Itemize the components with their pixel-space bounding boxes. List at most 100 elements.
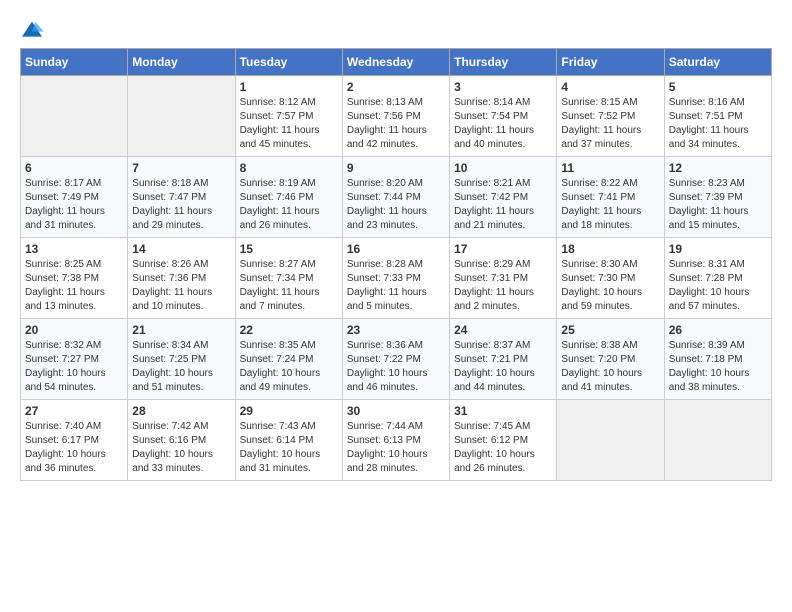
cell-sun-info: Sunrise: 7:40 AM Sunset: 6:17 PM Dayligh… xyxy=(25,420,123,476)
cell-sun-info: Sunrise: 8:20 AM Sunset: 7:44 PM Dayligh… xyxy=(347,177,445,233)
calendar-cell: 20 Sunrise: 8:32 AM Sunset: 7:27 PM Dayli… xyxy=(21,319,128,400)
calendar-cell: 30 Sunrise: 7:44 AM Sunset: 6:13 PM Dayli… xyxy=(342,400,449,481)
calendar-cell: 4 Sunrise: 8:15 AM Sunset: 7:52 PM Daylig… xyxy=(557,76,664,157)
logo xyxy=(20,20,48,40)
cell-sun-info: Sunrise: 8:15 AM Sunset: 7:52 PM Dayligh… xyxy=(561,96,659,152)
calendar-cell: 25Sunrise: 8:38 AM Sunset: 7:20 PM Dayli… xyxy=(557,319,664,400)
calendar-cell xyxy=(664,400,771,481)
cell-sun-info: Sunrise: 8:16 AM Sunset: 7:51 PM Dayligh… xyxy=(669,96,767,152)
cell-sun-info: Sunrise: 7:45 AM Sunset: 6:12 PM Dayligh… xyxy=(454,420,552,476)
cell-sun-info: Sunrise: 8:13 AM Sunset: 7:56 PM Dayligh… xyxy=(347,96,445,152)
week-row-1: 1 Sunrise: 8:12 AM Sunset: 7:57 PM Daylig… xyxy=(21,76,772,157)
cell-sun-info: Sunrise: 8:38 AM Sunset: 7:20 PM Dayligh… xyxy=(561,339,659,395)
cell-sun-info: Sunrise: 8:19 AM Sunset: 7:46 PM Dayligh… xyxy=(240,177,338,233)
cell-sun-info: Sunrise: 8:28 AM Sunset: 7:33 PM Dayligh… xyxy=(347,258,445,314)
cell-sun-info: Sunrise: 8:12 AM Sunset: 7:57 PM Dayligh… xyxy=(240,96,338,152)
day-number: 2 xyxy=(347,80,445,94)
cell-sun-info: Sunrise: 8:29 AM Sunset: 7:31 PM Dayligh… xyxy=(454,258,552,314)
calendar-cell: 2 Sunrise: 8:13 AM Sunset: 7:56 PM Daylig… xyxy=(342,76,449,157)
day-number: 31 xyxy=(454,404,552,418)
cell-sun-info: Sunrise: 8:18 AM Sunset: 7:47 PM Dayligh… xyxy=(132,177,230,233)
day-number: 3 xyxy=(454,80,552,94)
cell-sun-info: Sunrise: 8:22 AM Sunset: 7:41 PM Dayligh… xyxy=(561,177,659,233)
week-row-5: 27Sunrise: 7:40 AM Sunset: 6:17 PM Dayli… xyxy=(21,400,772,481)
calendar-cell: 22 Sunrise: 8:35 AM Sunset: 7:24 PM Dayli… xyxy=(235,319,342,400)
weekday-header-wednesday: Wednesday xyxy=(342,49,449,76)
calendar-cell: 13Sunrise: 8:25 AM Sunset: 7:38 PM Dayli… xyxy=(21,238,128,319)
day-number: 30 xyxy=(347,404,445,418)
day-number: 12 xyxy=(669,161,767,175)
weekday-header-friday: Friday xyxy=(557,49,664,76)
day-number: 17 xyxy=(454,242,552,256)
calendar-cell: 16 Sunrise: 8:28 AM Sunset: 7:33 PM Dayli… xyxy=(342,238,449,319)
week-row-4: 20 Sunrise: 8:32 AM Sunset: 7:27 PM Dayli… xyxy=(21,319,772,400)
calendar-cell: 26 Sunrise: 8:39 AM Sunset: 7:18 PM Dayli… xyxy=(664,319,771,400)
day-number: 20 xyxy=(25,323,123,337)
calendar-cell: 14 Sunrise: 8:26 AM Sunset: 7:36 PM Dayli… xyxy=(128,238,235,319)
day-number: 1 xyxy=(240,80,338,94)
day-number: 6 xyxy=(25,161,123,175)
cell-sun-info: Sunrise: 8:14 AM Sunset: 7:54 PM Dayligh… xyxy=(454,96,552,152)
day-number: 29 xyxy=(240,404,338,418)
cell-sun-info: Sunrise: 7:44 AM Sunset: 6:13 PM Dayligh… xyxy=(347,420,445,476)
day-number: 22 xyxy=(240,323,338,337)
calendar-cell: 23 Sunrise: 8:36 AM Sunset: 7:22 PM Dayli… xyxy=(342,319,449,400)
cell-sun-info: Sunrise: 8:23 AM Sunset: 7:39 PM Dayligh… xyxy=(669,177,767,233)
cell-sun-info: Sunrise: 8:17 AM Sunset: 7:49 PM Dayligh… xyxy=(25,177,123,233)
day-number: 10 xyxy=(454,161,552,175)
calendar-cell: 27Sunrise: 7:40 AM Sunset: 6:17 PM Dayli… xyxy=(21,400,128,481)
day-number: 7 xyxy=(132,161,230,175)
weekday-header-tuesday: Tuesday xyxy=(235,49,342,76)
calendar-cell: 31 Sunrise: 7:45 AM Sunset: 6:12 PM Dayli… xyxy=(450,400,557,481)
cell-sun-info: Sunrise: 8:32 AM Sunset: 7:27 PM Dayligh… xyxy=(25,339,123,395)
day-number: 26 xyxy=(669,323,767,337)
calendar-cell: 6 Sunrise: 8:17 AM Sunset: 7:49 PM Daylig… xyxy=(21,157,128,238)
calendar-cell xyxy=(557,400,664,481)
cell-sun-info: Sunrise: 8:21 AM Sunset: 7:42 PM Dayligh… xyxy=(454,177,552,233)
calendar-cell: 18Sunrise: 8:30 AM Sunset: 7:30 PM Dayli… xyxy=(557,238,664,319)
cell-sun-info: Sunrise: 8:39 AM Sunset: 7:18 PM Dayligh… xyxy=(669,339,767,395)
calendar-cell: 1 Sunrise: 8:12 AM Sunset: 7:57 PM Daylig… xyxy=(235,76,342,157)
day-number: 18 xyxy=(561,242,659,256)
day-number: 13 xyxy=(25,242,123,256)
calendar-cell: 9 Sunrise: 8:20 AM Sunset: 7:44 PM Daylig… xyxy=(342,157,449,238)
weekday-header-saturday: Saturday xyxy=(664,49,771,76)
calendar-cell: 8 Sunrise: 8:19 AM Sunset: 7:46 PM Daylig… xyxy=(235,157,342,238)
calendar-cell: 19 Sunrise: 8:31 AM Sunset: 7:28 PM Dayli… xyxy=(664,238,771,319)
weekday-header-thursday: Thursday xyxy=(450,49,557,76)
weekday-header-sunday: Sunday xyxy=(21,49,128,76)
calendar-cell: 10 Sunrise: 8:21 AM Sunset: 7:42 PM Dayli… xyxy=(450,157,557,238)
day-number: 23 xyxy=(347,323,445,337)
weekday-header-monday: Monday xyxy=(128,49,235,76)
calendar-cell xyxy=(128,76,235,157)
day-number: 9 xyxy=(347,161,445,175)
calendar-cell: 3 Sunrise: 8:14 AM Sunset: 7:54 PM Daylig… xyxy=(450,76,557,157)
day-number: 8 xyxy=(240,161,338,175)
calendar-cell: 7 Sunrise: 8:18 AM Sunset: 7:47 PM Daylig… xyxy=(128,157,235,238)
cell-sun-info: Sunrise: 8:34 AM Sunset: 7:25 PM Dayligh… xyxy=(132,339,230,395)
cell-sun-info: Sunrise: 8:31 AM Sunset: 7:28 PM Dayligh… xyxy=(669,258,767,314)
day-number: 21 xyxy=(132,323,230,337)
header xyxy=(20,20,772,40)
day-number: 14 xyxy=(132,242,230,256)
cell-sun-info: Sunrise: 7:43 AM Sunset: 6:14 PM Dayligh… xyxy=(240,420,338,476)
calendar-cell: 17 Sunrise: 8:29 AM Sunset: 7:31 PM Dayli… xyxy=(450,238,557,319)
calendar-cell: 15 Sunrise: 8:27 AM Sunset: 7:34 PM Dayli… xyxy=(235,238,342,319)
day-number: 24 xyxy=(454,323,552,337)
cell-sun-info: Sunrise: 8:27 AM Sunset: 7:34 PM Dayligh… xyxy=(240,258,338,314)
day-number: 16 xyxy=(347,242,445,256)
cell-sun-info: Sunrise: 7:42 AM Sunset: 6:16 PM Dayligh… xyxy=(132,420,230,476)
day-number: 4 xyxy=(561,80,659,94)
week-row-3: 13Sunrise: 8:25 AM Sunset: 7:38 PM Dayli… xyxy=(21,238,772,319)
calendar-cell: 21 Sunrise: 8:34 AM Sunset: 7:25 PM Dayli… xyxy=(128,319,235,400)
calendar-table: SundayMondayTuesdayWednesdayThursdayFrid… xyxy=(20,48,772,481)
cell-sun-info: Sunrise: 8:36 AM Sunset: 7:22 PM Dayligh… xyxy=(347,339,445,395)
calendar-cell: 29 Sunrise: 7:43 AM Sunset: 6:14 PM Dayli… xyxy=(235,400,342,481)
cell-sun-info: Sunrise: 8:35 AM Sunset: 7:24 PM Dayligh… xyxy=(240,339,338,395)
cell-sun-info: Sunrise: 8:26 AM Sunset: 7:36 PM Dayligh… xyxy=(132,258,230,314)
week-row-2: 6 Sunrise: 8:17 AM Sunset: 7:49 PM Daylig… xyxy=(21,157,772,238)
day-number: 15 xyxy=(240,242,338,256)
header-row: SundayMondayTuesdayWednesdayThursdayFrid… xyxy=(21,49,772,76)
calendar-cell: 11Sunrise: 8:22 AM Sunset: 7:41 PM Dayli… xyxy=(557,157,664,238)
day-number: 19 xyxy=(669,242,767,256)
